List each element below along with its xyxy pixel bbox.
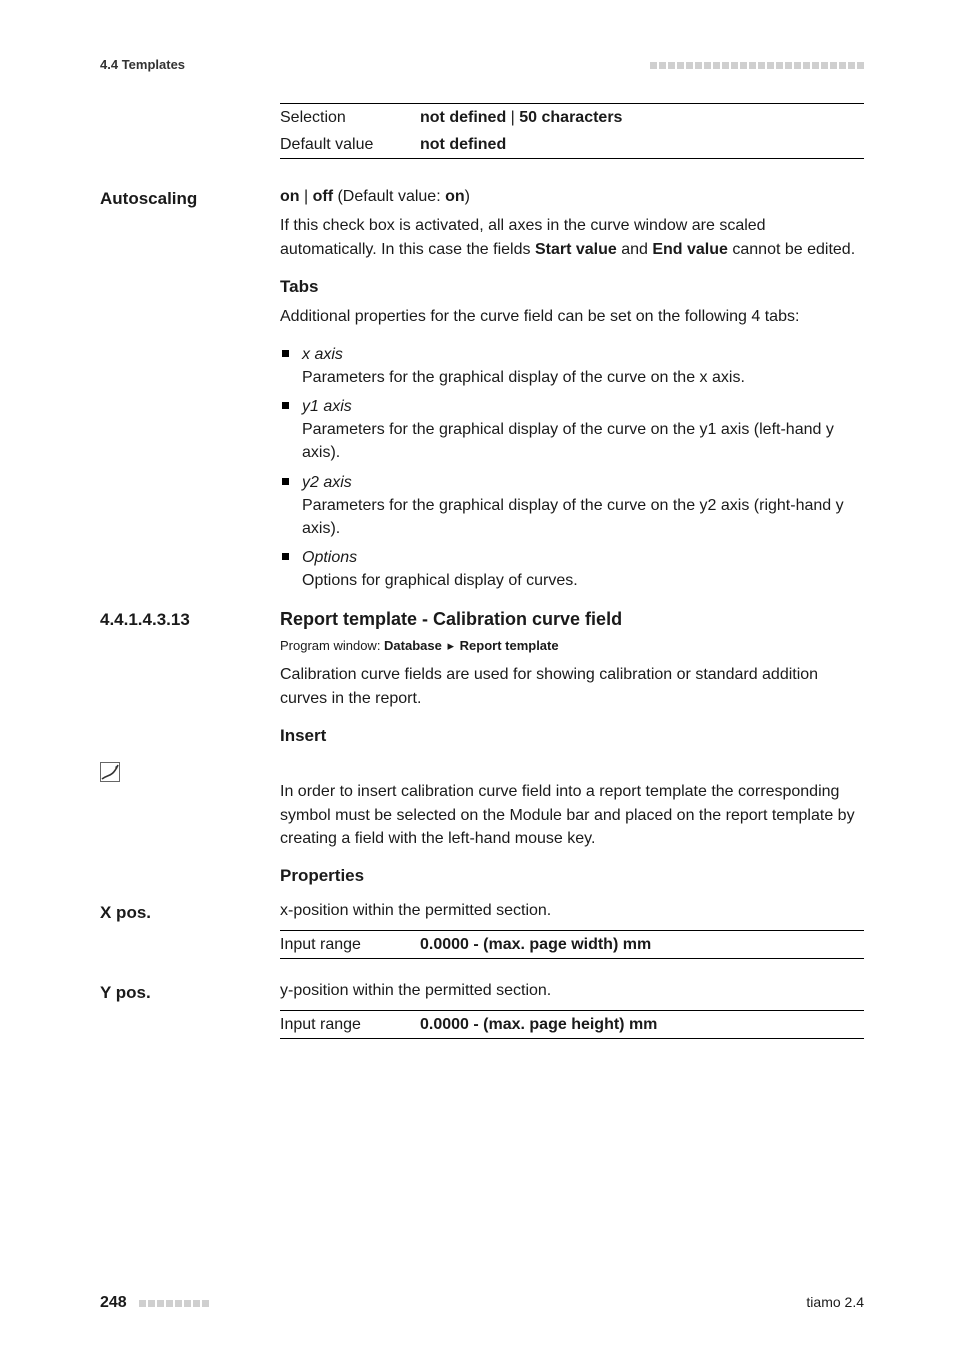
ypos-table: Input range 0.0000 - (max. page height) … bbox=[280, 1010, 864, 1039]
page-footer: 248 tiamo 2.4 bbox=[100, 1291, 864, 1314]
running-header: 4.4 Templates bbox=[100, 56, 864, 75]
breadcrumb-part: Database bbox=[384, 638, 442, 653]
tabs-intro: Additional properties for the curve fiel… bbox=[280, 305, 864, 328]
insert-body: In order to insert calibration curve fie… bbox=[280, 780, 864, 850]
selection-defaults-table: Selection not defined | 50 characters De… bbox=[280, 103, 864, 159]
ypos-block: Y pos. y-position within the permitted s… bbox=[100, 979, 864, 1059]
section-intro: Calibration curve fields are used for sh… bbox=[280, 663, 864, 709]
footer-left: 248 bbox=[100, 1291, 209, 1314]
header-section-number: 4.4 bbox=[100, 57, 118, 72]
tabs-list: x axis Parameters for the graphical disp… bbox=[280, 343, 864, 593]
breadcrumb-label: Program window: bbox=[280, 638, 384, 653]
footer-doc-title: tiamo 2.4 bbox=[806, 1292, 864, 1312]
row-selection: Selection not defined | 50 characters bbox=[280, 104, 864, 131]
section-title: Report template - Calibration curve fiel… bbox=[280, 606, 864, 632]
cell-value: not defined bbox=[420, 133, 864, 156]
running-header-left: 4.4 Templates bbox=[100, 56, 185, 75]
list-item: Options Options for graphical display of… bbox=[280, 546, 864, 592]
tab-term: y1 axis bbox=[302, 398, 352, 415]
autoscaling-block: Autoscaling on | off (Default value: on)… bbox=[100, 185, 864, 606]
row-default-value: Default value not defined bbox=[280, 131, 864, 158]
table-row: Input range 0.0000 - (max. page height) … bbox=[280, 1011, 864, 1038]
header-section-title: Templates bbox=[122, 57, 185, 72]
selection-defaults-row: Selection not defined | 50 characters De… bbox=[100, 103, 864, 185]
cell-key: Input range bbox=[280, 1013, 420, 1036]
xpos-desc: x-position within the permitted section. bbox=[280, 899, 864, 922]
cell-key: Input range bbox=[280, 933, 420, 956]
autoscaling-toggle-line: on | off (Default value: on) bbox=[280, 185, 864, 208]
cell-key: Default value bbox=[280, 133, 420, 156]
breadcrumb: Program window: Database ▸ Report templa… bbox=[280, 637, 864, 656]
list-item: y1 axis Parameters for the graphical dis… bbox=[280, 395, 864, 465]
tabs-heading: Tabs bbox=[280, 275, 864, 300]
ypos-label: Y pos. bbox=[100, 979, 270, 1006]
cell-value: 0.0000 - (max. page height) mm bbox=[420, 1013, 864, 1036]
autoscaling-label: Autoscaling bbox=[100, 185, 270, 212]
tab-desc: Parameters for the graphical display of … bbox=[302, 494, 864, 540]
table-row: Input range 0.0000 - (max. page width) m… bbox=[280, 931, 864, 958]
xpos-table: Input range 0.0000 - (max. page width) m… bbox=[280, 930, 864, 959]
cell-value: 0.0000 - (max. page width) mm bbox=[420, 933, 864, 956]
ypos-desc: y-position within the permitted section. bbox=[280, 979, 864, 1002]
list-item: x axis Parameters for the graphical disp… bbox=[280, 343, 864, 389]
tab-desc: Parameters for the graphical display of … bbox=[302, 418, 864, 464]
autoscaling-description: If this check box is activated, all axes… bbox=[280, 214, 864, 260]
header-decoration-icon bbox=[650, 62, 864, 69]
cell-key: Selection bbox=[280, 106, 420, 129]
tab-term: y2 axis bbox=[302, 474, 352, 491]
breadcrumb-part: Report template bbox=[460, 638, 559, 653]
footer-decoration-icon bbox=[139, 1300, 209, 1307]
insert-heading: Insert bbox=[280, 724, 864, 749]
properties-heading: Properties bbox=[280, 864, 864, 889]
insert-icon-row: In order to insert calibration curve fie… bbox=[100, 758, 864, 898]
cell-value: not defined | 50 characters bbox=[420, 106, 864, 129]
calibration-section-heading-row: 4.4.1.4.3.13 Report template - Calibrati… bbox=[100, 606, 864, 758]
calibration-curve-icon bbox=[100, 762, 120, 782]
page: 4.4 Templates Selection not defined | 50… bbox=[0, 0, 954, 1350]
xpos-block: X pos. x-position within the permitted s… bbox=[100, 899, 864, 979]
section-number: 4.4.1.4.3.13 bbox=[100, 606, 270, 633]
list-item: y2 axis Parameters for the graphical dis… bbox=[280, 471, 864, 541]
tab-desc: Parameters for the graphical display of … bbox=[302, 366, 864, 389]
breadcrumb-sep-icon: ▸ bbox=[445, 638, 456, 653]
tab-desc: Options for graphical display of curves. bbox=[302, 569, 864, 592]
tab-term: Options bbox=[302, 549, 357, 566]
tab-term: x axis bbox=[302, 346, 343, 363]
xpos-label: X pos. bbox=[100, 899, 270, 926]
page-number: 248 bbox=[100, 1294, 127, 1311]
